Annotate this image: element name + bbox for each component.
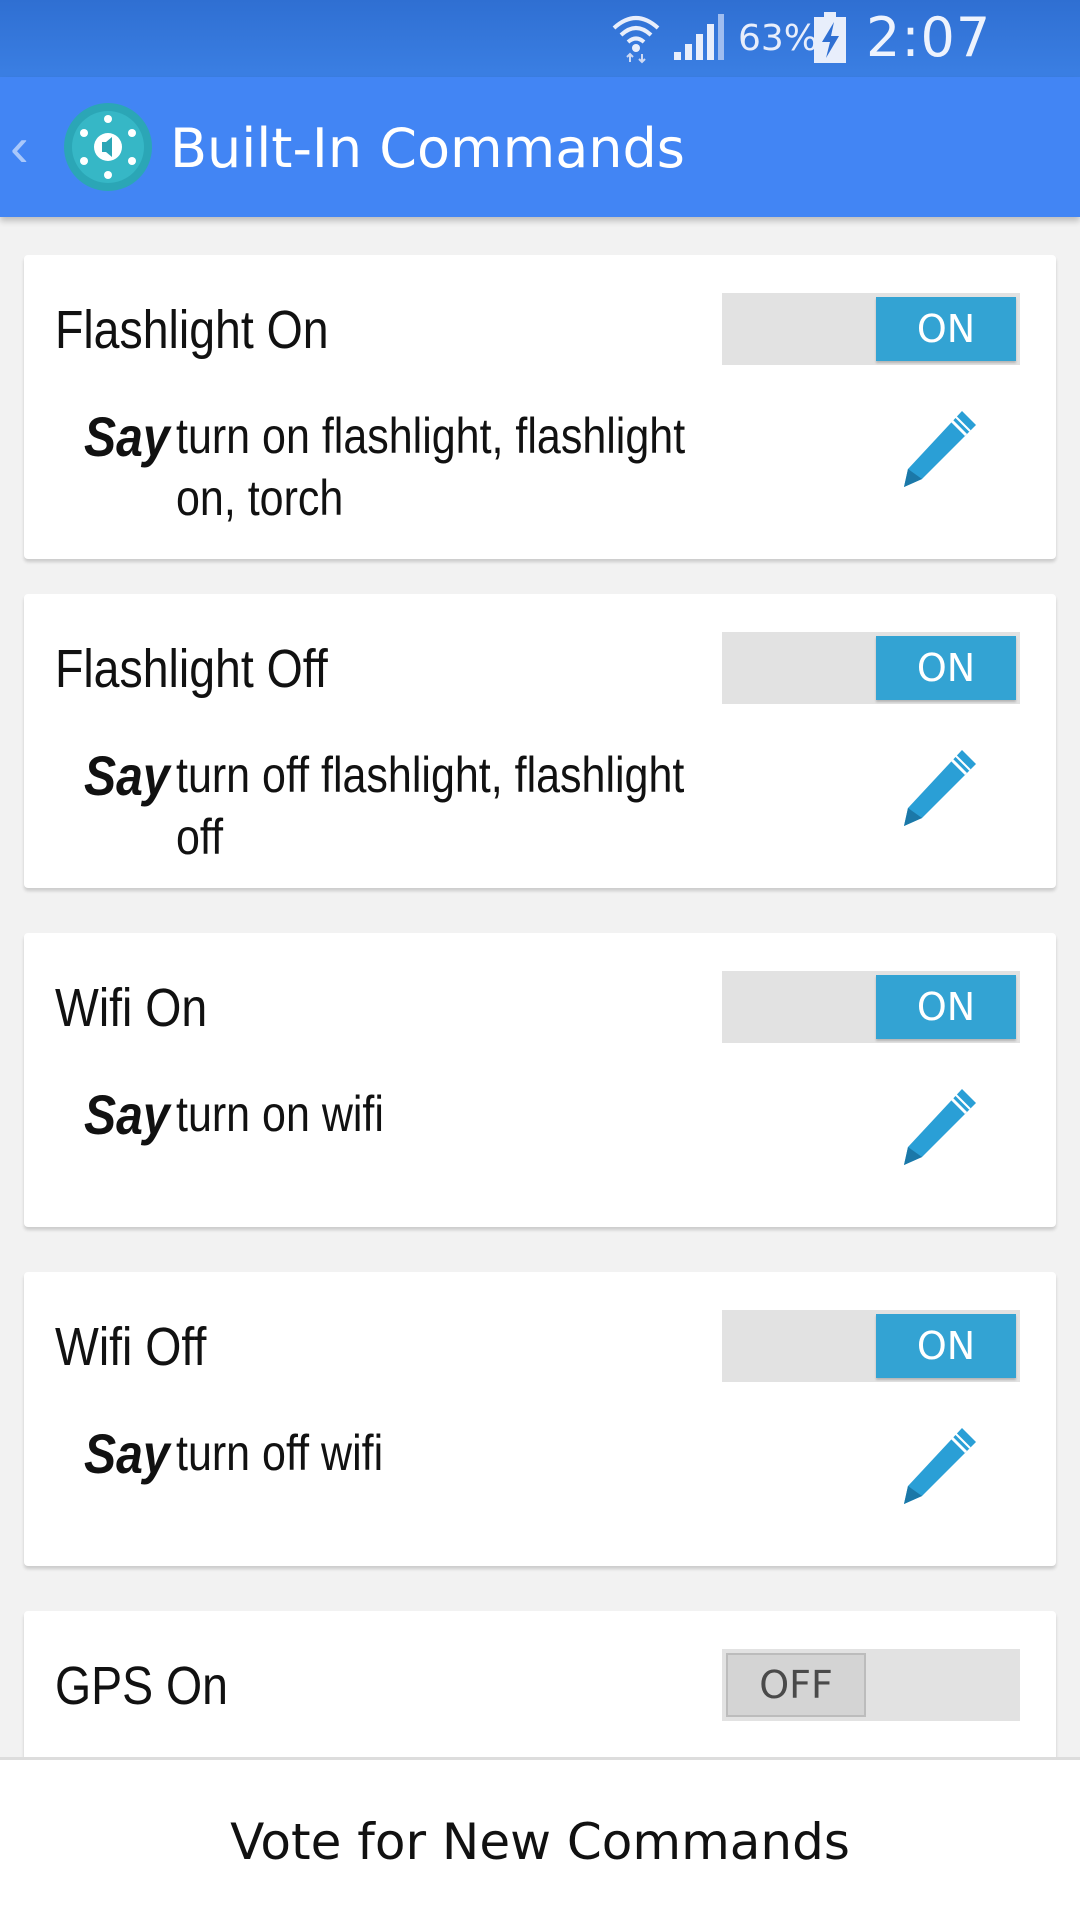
edit-pencil-icon[interactable] xyxy=(894,744,982,832)
command-phrases: turn off wifi xyxy=(176,1425,384,1481)
vote-new-commands-button[interactable]: Vote for New Commands xyxy=(0,1760,1080,1920)
command-card: Flashlight On ON Say turn on flashlight,… xyxy=(24,255,1056,559)
command-toggle[interactable]: ON xyxy=(722,971,1020,1043)
toggle-knob: ON xyxy=(876,1314,1016,1378)
command-title: Flashlight On xyxy=(55,300,329,360)
say-row: Say turn off flashlight, flashlight off xyxy=(84,744,804,868)
command-phrases: turn off flashlight, flashlight off xyxy=(176,747,685,865)
command-card: Wifi On ON Say turn on wifi xyxy=(24,933,1056,1227)
command-card: Flashlight Off ON Say turn off flashligh… xyxy=(24,594,1056,888)
command-toggle[interactable]: ON xyxy=(722,632,1020,704)
command-card: Wifi Off ON Say turn off wifi xyxy=(24,1272,1056,1566)
command-title: Flashlight Off xyxy=(55,639,328,699)
app-bar: ‹ Built-In Commands xyxy=(0,77,1080,217)
edit-pencil-icon[interactable] xyxy=(894,1422,982,1510)
command-toggle[interactable]: ON xyxy=(722,1310,1020,1382)
toggle-knob: ON xyxy=(876,297,1016,361)
say-row: Say turn off wifi xyxy=(84,1422,804,1486)
toggle-knob: ON xyxy=(876,975,1016,1039)
bottom-bar: Vote for New Commands xyxy=(0,1757,1080,1920)
battery-charging-icon xyxy=(814,12,846,63)
edit-pencil-icon[interactable] xyxy=(894,1083,982,1171)
status-bar: 63% 2:07 PM xyxy=(0,0,1080,132)
wifi-icon xyxy=(612,16,660,64)
command-toggle[interactable]: ON xyxy=(722,293,1020,365)
back-icon[interactable]: ‹ xyxy=(10,117,40,177)
command-phrases: turn on wifi xyxy=(176,1086,384,1142)
command-list: Flashlight On ON Say turn on flashlight,… xyxy=(0,217,1080,1757)
command-card: GPS On OFF xyxy=(24,1611,1056,1757)
battery-percent: 63% xyxy=(738,18,819,59)
command-title: Wifi Off xyxy=(55,1317,207,1377)
say-label: Say xyxy=(84,405,170,468)
say-label: Say xyxy=(84,1083,170,1146)
edit-pencil-icon[interactable] xyxy=(894,405,982,493)
toggle-knob: OFF xyxy=(726,1653,866,1717)
say-label: Say xyxy=(84,1422,170,1485)
say-row: Say turn on wifi xyxy=(84,1083,804,1147)
app-logo-icon[interactable] xyxy=(62,101,154,193)
command-toggle[interactable]: OFF xyxy=(722,1649,1020,1721)
signal-icon xyxy=(674,14,724,60)
command-title: Wifi On xyxy=(55,978,208,1038)
say-row: Say turn on flashlight, flashlight on, t… xyxy=(84,405,804,529)
command-phrases: turn on flashlight, flashlight on, torch xyxy=(176,408,686,526)
command-title: GPS On xyxy=(55,1656,228,1716)
say-label: Say xyxy=(84,744,170,807)
toggle-knob: ON xyxy=(876,636,1016,700)
page-title: Built-In Commands xyxy=(170,117,685,180)
